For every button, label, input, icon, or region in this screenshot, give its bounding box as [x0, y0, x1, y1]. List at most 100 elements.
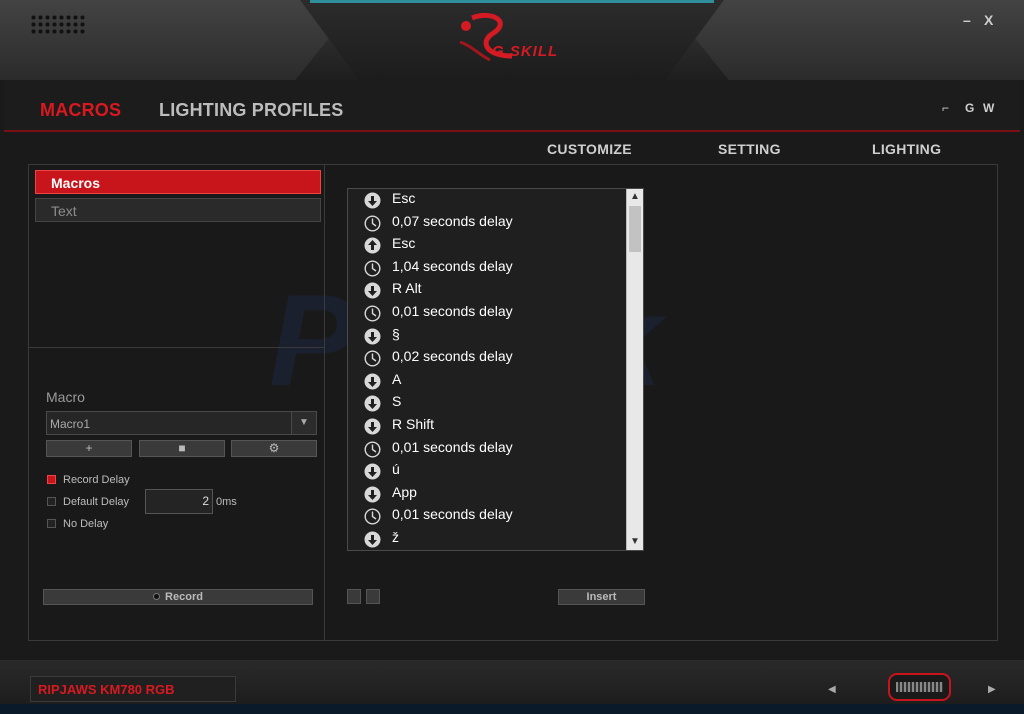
macro-select-value: Macro1	[50, 417, 91, 431]
speaker-grille-icon	[30, 14, 86, 34]
list-item[interactable]: 0,01 seconds delay	[348, 505, 626, 528]
list-item-text: 1,04 seconds delay	[392, 257, 513, 274]
list-item-text: 0,02 seconds delay	[392, 348, 513, 365]
list-item-text: App	[392, 483, 417, 500]
gskill-logo: G.SKILL	[452, 12, 572, 70]
option-no-delay-label: No Delay	[63, 518, 109, 530]
main-nav: MACROS LIGHTING PROFILES ⌐ G W	[4, 80, 1020, 132]
list-item-text: §	[392, 325, 400, 342]
pencil-icon[interactable]	[366, 589, 380, 604]
keyboard-device-icon[interactable]	[888, 673, 951, 701]
scroll-up-icon[interactable]: ▲	[627, 189, 643, 205]
list-item-text: Esc	[392, 235, 416, 252]
list-item-text: 0,01 seconds delay	[392, 303, 513, 319]
option-no-delay[interactable]: No Delay	[47, 518, 108, 530]
chevron-down-icon[interactable]: ▼	[291, 412, 316, 434]
checkbox-default-delay[interactable]	[47, 497, 56, 506]
delay-unit: 0ms	[216, 496, 237, 508]
key-down-icon	[364, 463, 381, 480]
key-down-icon	[364, 531, 381, 548]
key-down-icon	[364, 282, 381, 299]
list-item[interactable]: App	[348, 483, 626, 506]
clock-icon	[364, 215, 381, 232]
top-accent-line	[310, 0, 714, 3]
macro-event-list[interactable]: Esc 0,07 seconds delay Esc 1,04 seconds del…	[347, 188, 644, 551]
macro-select[interactable]: Macro1 ▼	[46, 411, 317, 435]
list-item[interactable]: ž	[348, 528, 626, 550]
list-item-text: 0,07 seconds delay	[392, 212, 513, 229]
option-default-delay-label: Default Delay	[63, 496, 130, 508]
scroll-thumb[interactable]	[629, 206, 641, 252]
key-down-icon	[364, 486, 381, 503]
tab-text[interactable]: Text	[35, 198, 321, 222]
option-record-delay-label: Record Delay	[63, 474, 130, 486]
scroll-down-icon[interactable]: ▼	[627, 534, 643, 550]
record-button[interactable]: Record	[43, 589, 313, 605]
macro-label: Macro	[46, 389, 85, 405]
nav-g-button[interactable]: G	[965, 101, 974, 115]
key-down-icon	[364, 395, 381, 412]
key-down-icon	[364, 192, 381, 209]
subnav-lighting[interactable]: LIGHTING	[872, 141, 941, 157]
checkbox-no-delay[interactable]	[47, 519, 56, 528]
trash-icon[interactable]	[347, 589, 361, 604]
list-item[interactable]: S	[348, 392, 626, 415]
key-down-icon	[364, 328, 381, 345]
list-item-text: S	[392, 393, 402, 410]
title-bar: G.SKILL – X	[0, 0, 1024, 80]
list-item-text: ž	[392, 529, 399, 545]
macro-sidebar: Macros Text Macro Macro1 ▼ + ■ ⚙ Record …	[29, 165, 325, 640]
list-item[interactable]: A	[348, 370, 626, 393]
option-default-delay[interactable]: Default Delay	[47, 496, 129, 508]
checkbox-record-delay[interactable]	[47, 475, 56, 484]
list-item-text: R Shift	[392, 416, 435, 432]
list-item-text: ú	[392, 461, 400, 478]
list-item[interactable]: 0,01 seconds delay	[348, 302, 626, 325]
close-button[interactable]: X	[984, 12, 993, 28]
list-item[interactable]: §	[348, 325, 626, 348]
next-device-icon[interactable]: ▶	[988, 684, 996, 695]
add-macro-button[interactable]: +	[46, 440, 132, 457]
tab-macros[interactable]: MACROS	[40, 100, 121, 121]
prev-device-icon[interactable]: ◀	[828, 684, 836, 695]
list-item[interactable]: 0,02 seconds delay	[348, 347, 626, 370]
connect-icon[interactable]: ⌐	[942, 101, 949, 115]
list-item-text: Esc	[392, 190, 416, 206]
subnav-setting[interactable]: SETTING	[718, 141, 781, 157]
list-item[interactable]: 0,07 seconds delay	[348, 212, 626, 235]
top-facet-left	[0, 0, 360, 80]
list-item-text: 0,01 seconds delay	[392, 438, 513, 455]
clock-icon	[364, 350, 381, 367]
clock-icon	[364, 508, 381, 525]
record-dot-icon	[153, 593, 161, 600]
list-item[interactable]: R Alt	[348, 279, 626, 302]
clock-icon	[364, 260, 381, 277]
list-item[interactable]: 1,04 seconds delay	[348, 257, 626, 280]
macro-settings-button[interactable]: ⚙	[231, 440, 317, 457]
clock-icon	[364, 441, 381, 458]
insert-button[interactable]: Insert	[558, 589, 645, 605]
subnav-customize[interactable]: CUSTOMIZE	[547, 141, 632, 157]
option-record-delay[interactable]: Record Delay	[47, 474, 130, 486]
macro-panel: PCtsk Macros Text Macro Macro1 ▼ + ■ ⚙ R…	[28, 164, 998, 641]
list-item-text: 0,01 seconds delay	[392, 506, 513, 523]
nav-w-button[interactable]: W	[983, 101, 994, 115]
list-item[interactable]: 0,01 seconds delay	[348, 438, 626, 461]
clock-icon	[364, 305, 381, 322]
os-taskbar	[0, 704, 1024, 714]
delete-macro-button[interactable]: ■	[139, 440, 225, 457]
list-scrollbar[interactable]: ▲ ▼	[626, 189, 643, 550]
list-item[interactable]: Esc	[348, 234, 626, 257]
record-label: Record	[165, 591, 203, 603]
list-item[interactable]: R Shift	[348, 415, 626, 438]
list-item[interactable]: Esc	[348, 189, 626, 212]
sidebar-divider	[29, 347, 324, 348]
tab-lighting-profiles[interactable]: LIGHTING PROFILES	[159, 100, 343, 121]
default-delay-input[interactable]: 2	[145, 489, 213, 514]
tab-macros-list[interactable]: Macros	[35, 170, 321, 194]
key-up-icon	[364, 237, 381, 254]
minimize-button[interactable]: –	[963, 12, 971, 28]
key-down-icon	[364, 373, 381, 390]
list-item-text: R Alt	[392, 280, 422, 297]
list-item[interactable]: ú	[348, 460, 626, 483]
